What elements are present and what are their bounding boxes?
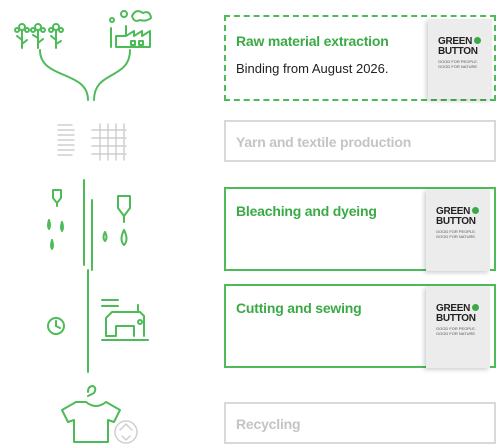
green-dot-icon [474,37,482,44]
label-slogan-2: GOOD FOR NATURE. [436,331,477,336]
sewing-machine-icon [101,299,149,341]
factory-icon [109,10,152,48]
green-button-label: GREEN BUTTON GOOD FOR PEOPLE. GOOD FOR N… [428,19,492,99]
green-dot-icon [472,207,480,214]
stage-title: Bleaching and dyeing [236,203,377,219]
clock-icon [47,317,65,335]
stage-cutting-sewing: Cutting and sewing GREEN BUTTON GOOD FOR… [224,284,496,368]
stage-raw-material-extraction: Raw material extraction Binding from Aug… [224,15,496,101]
flowers-icon [14,23,64,49]
stage-bleaching-dyeing: Bleaching and dyeing GREEN BUTTON GOOD F… [224,187,496,271]
label-button: BUTTON [438,46,478,57]
green-button-label: GREEN BUTTON GOOD FOR PEOPLE. GOOD FOR N… [426,189,490,271]
label-button: BUTTON [436,216,476,227]
stage-title: Recycling [236,416,301,432]
stage-title: Raw material extraction [236,33,389,49]
stage-title: Cutting and sewing [236,300,362,316]
flow-line-left [39,49,89,101]
woven-fabric-icon [91,123,127,161]
green-button-label: GREEN BUTTON GOOD FOR PEOPLE. GOOD FOR N… [426,286,490,368]
yarn-spool-icon [57,124,75,156]
stage-subtitle: Binding from August 2026. [236,61,389,76]
dye-dropper-icon [47,189,131,250]
label-button: BUTTON [436,313,476,324]
process-icons [14,10,152,444]
flow-line-right [93,49,131,101]
green-dot-icon [472,304,480,311]
recycle-icon [114,420,138,444]
label-slogan-2: GOOD FOR NATURE. [438,64,479,69]
stage-recycling: Recycling [224,402,496,444]
stage-yarn-textile-production: Yarn and textile production [224,120,496,162]
stage-title: Yarn and textile production [236,134,412,150]
label-slogan-2: GOOD FOR NATURE. [436,234,477,239]
shirt-hanger-icon [61,385,121,443]
